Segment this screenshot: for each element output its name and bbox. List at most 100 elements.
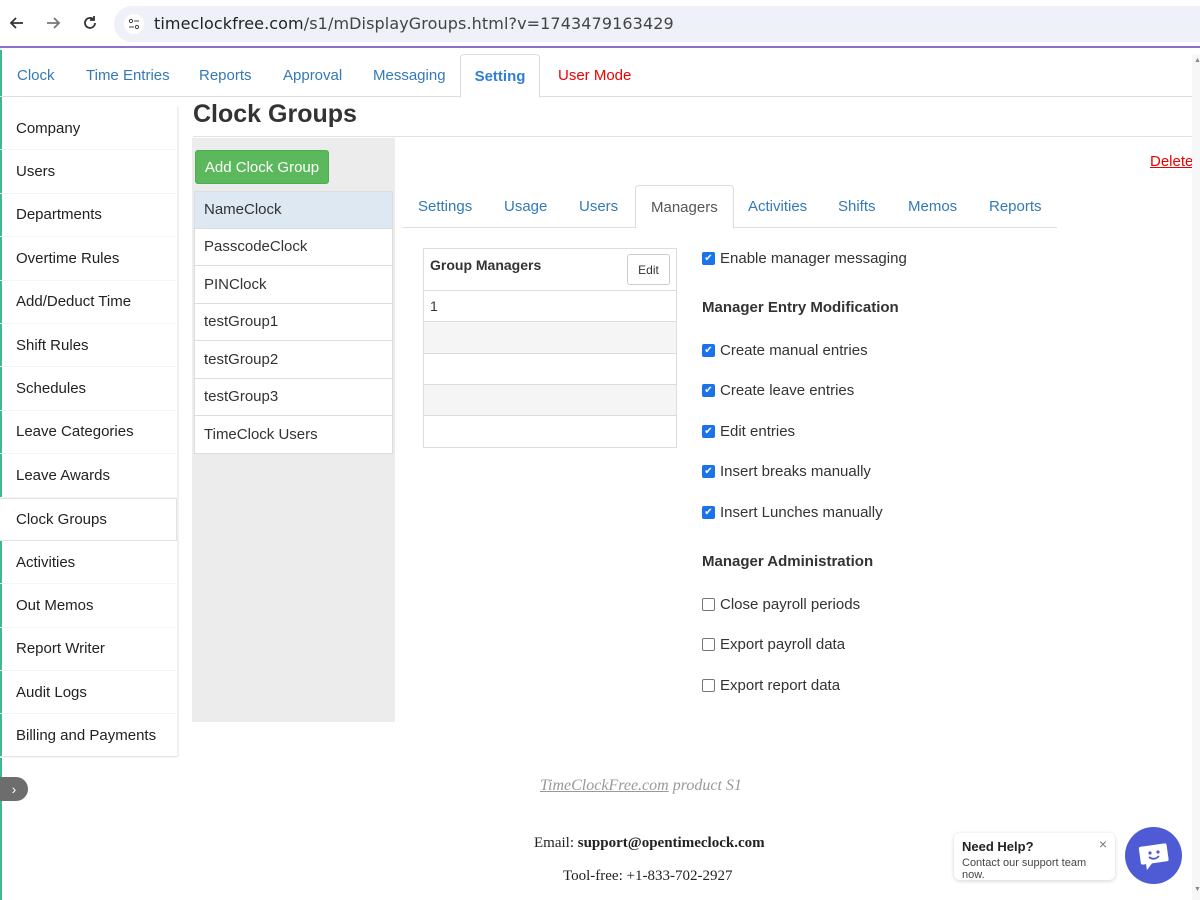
edit-managers-button[interactable]: Edit — [627, 254, 670, 285]
table-row[interactable]: 1 — [424, 291, 676, 323]
sidebar-item-company[interactable]: Company — [0, 107, 177, 151]
sidebar-item-activities[interactable]: Activities — [0, 541, 177, 585]
tab-managers[interactable]: Managers — [635, 185, 734, 229]
option-create-manual-entries[interactable]: ✔ Create manual entries — [702, 342, 868, 359]
chat-icon — [1138, 842, 1169, 870]
nav-tab-setting[interactable]: Setting — [460, 54, 540, 98]
sidebar-item-shift-rules[interactable]: Shift Rules — [0, 324, 177, 368]
sidebar-item-departments[interactable]: Departments — [0, 194, 177, 238]
forward-arrow-icon[interactable] — [42, 12, 64, 34]
url-host: timeclockfree.com — [154, 14, 304, 33]
nav-tab-user-mode[interactable]: User Mode — [543, 54, 646, 97]
sidebar-item-leave-awards[interactable]: Leave Awards — [0, 454, 177, 498]
page-scrollbar[interactable] — [1192, 54, 1200, 900]
tab-activities[interactable]: Activities — [733, 185, 822, 228]
group-item-timeclock-users[interactable]: TimeClock Users — [194, 416, 393, 454]
option-export-report-data[interactable]: Export report data — [702, 677, 840, 694]
help-subtitle: Contact our support team now. — [962, 857, 1087, 881]
site-settings-icon[interactable] — [124, 14, 144, 34]
checkbox-checked-icon[interactable]: ✔ — [702, 465, 715, 478]
checkbox-unchecked-icon[interactable] — [702, 598, 715, 611]
nav-tab-clock[interactable]: Clock — [2, 54, 70, 97]
option-label: Export report data — [720, 677, 841, 694]
sidebar-bottom-divider — [0, 756, 177, 757]
group-managers-table: Group Managers Edit 1 — [423, 248, 677, 449]
scroll-down-icon[interactable]: ▼ — [1194, 886, 1200, 893]
help-popup[interactable]: Need Help? Contact our support team now.… — [954, 833, 1115, 881]
email-label: Email: — [534, 835, 578, 851]
group-managers-heading: Group Managers — [430, 257, 542, 273]
product-link[interactable]: TimeClockFree.com — [540, 777, 669, 794]
section-heading-entry-modification: Manager Entry Modification — [702, 299, 899, 316]
sidebar-item-clock-groups[interactable]: Clock Groups — [0, 497, 177, 541]
settings-sidebar: Company Users Departments Overtime Rules… — [0, 107, 177, 758]
table-row — [424, 354, 676, 385]
tab-shifts[interactable]: Shifts — [823, 185, 891, 228]
group-item-pinclock[interactable]: PINClock — [194, 266, 393, 304]
option-label: Export payroll data — [720, 636, 846, 653]
section-heading-administration: Manager Administration — [702, 553, 874, 570]
footer-product: TimeClockFree.com product S1 — [540, 777, 742, 795]
checkbox-checked-icon[interactable]: ✔ — [702, 506, 715, 519]
option-label: Edit entries — [720, 423, 796, 440]
checkbox-checked-icon[interactable]: ✔ — [702, 344, 715, 357]
tab-users[interactable]: Users — [564, 185, 633, 228]
sidebar-item-audit-logs[interactable]: Audit Logs — [0, 671, 177, 715]
scroll-up-icon[interactable]: ▲ — [1194, 57, 1200, 64]
sidebar-item-overtime-rules[interactable]: Overtime Rules — [0, 237, 177, 281]
delete-group-link[interactable]: Delete — [1150, 153, 1193, 170]
address-bar[interactable]: timeclockfree.com/s1/mDisplayGroups.html… — [114, 6, 1200, 42]
group-item-testgroup3[interactable]: testGroup3 — [194, 378, 393, 416]
group-item-nameclock[interactable]: NameClock — [194, 191, 393, 229]
option-label: Create manual entries — [720, 342, 868, 359]
group-tabs: Settings Usage Users Managers Activities… — [403, 185, 1057, 229]
nav-tab-approval[interactable]: Approval — [268, 54, 357, 97]
checkbox-unchecked-icon[interactable] — [702, 679, 715, 692]
footer-phone: Tool-free: +1-833-702-2927 — [563, 868, 733, 884]
sidebar-item-leave-categories[interactable]: Leave Categories — [0, 411, 177, 455]
sidebar-collapse-button[interactable]: › — [0, 777, 28, 801]
option-export-payroll-data[interactable]: Export payroll data — [702, 636, 845, 653]
checkbox-unchecked-icon[interactable] — [702, 638, 715, 651]
back-arrow-icon[interactable] — [6, 12, 28, 34]
sidebar-item-out-memos[interactable]: Out Memos — [0, 584, 177, 628]
sidebar-item-users[interactable]: Users — [0, 150, 177, 194]
tab-memos[interactable]: Memos — [893, 185, 972, 228]
tab-settings[interactable]: Settings — [403, 185, 487, 228]
tab-reports[interactable]: Reports — [974, 185, 1057, 228]
option-insert-lunches[interactable]: ✔ Insert Lunches manually — [702, 504, 883, 521]
clock-group-list: NameClock PasscodeClock PINClock testGro… — [194, 191, 393, 454]
option-create-leave-entries[interactable]: ✔ Create leave entries — [702, 382, 854, 399]
support-email[interactable]: support@opentimeclock.com — [578, 835, 765, 851]
nav-tab-messaging[interactable]: Messaging — [358, 54, 461, 97]
option-enable-manager-messaging[interactable]: ✔ Enable manager messaging — [702, 250, 907, 267]
option-edit-entries[interactable]: ✔ Edit entries — [702, 423, 795, 440]
option-label: Create leave entries — [720, 382, 855, 399]
sidebar-item-schedules[interactable]: Schedules — [0, 367, 177, 411]
group-item-passcodeclock[interactable]: PasscodeClock — [194, 228, 393, 266]
sidebar-divider — [177, 107, 179, 757]
table-header: Group Managers Edit — [424, 249, 676, 291]
checkbox-checked-icon[interactable]: ✔ — [702, 425, 715, 438]
nav-tab-reports[interactable]: Reports — [184, 54, 267, 97]
group-item-testgroup2[interactable]: testGroup2 — [194, 341, 393, 379]
checkbox-checked-icon[interactable]: ✔ — [702, 252, 715, 265]
add-clock-group-button[interactable]: Add Clock Group — [195, 150, 329, 184]
checkbox-checked-icon[interactable]: ✔ — [702, 384, 715, 397]
option-insert-breaks[interactable]: ✔ Insert breaks manually — [702, 463, 871, 480]
sidebar-item-billing[interactable]: Billing and Payments — [0, 714, 177, 758]
tab-usage[interactable]: Usage — [489, 185, 562, 228]
nav-tab-time-entries[interactable]: Time Entries — [71, 54, 185, 97]
sidebar-item-add-deduct-time[interactable]: Add/Deduct Time — [0, 281, 177, 324]
page-title: Clock Groups — [193, 100, 357, 128]
chat-support-button[interactable] — [1125, 827, 1182, 884]
reload-icon[interactable] — [79, 12, 101, 34]
url-path: /s1/mDisplayGroups.html?v=1743479163429 — [303, 14, 674, 33]
close-icon[interactable]: × — [1099, 836, 1107, 852]
footer-email: Email: support@opentimeclock.com — [534, 835, 765, 852]
option-label: Insert breaks manually — [720, 463, 871, 480]
sidebar-item-report-writer[interactable]: Report Writer — [0, 628, 177, 672]
group-item-testgroup1[interactable]: testGroup1 — [194, 303, 393, 341]
option-close-payroll-periods[interactable]: Close payroll periods — [702, 596, 860, 613]
title-divider — [193, 136, 1195, 137]
